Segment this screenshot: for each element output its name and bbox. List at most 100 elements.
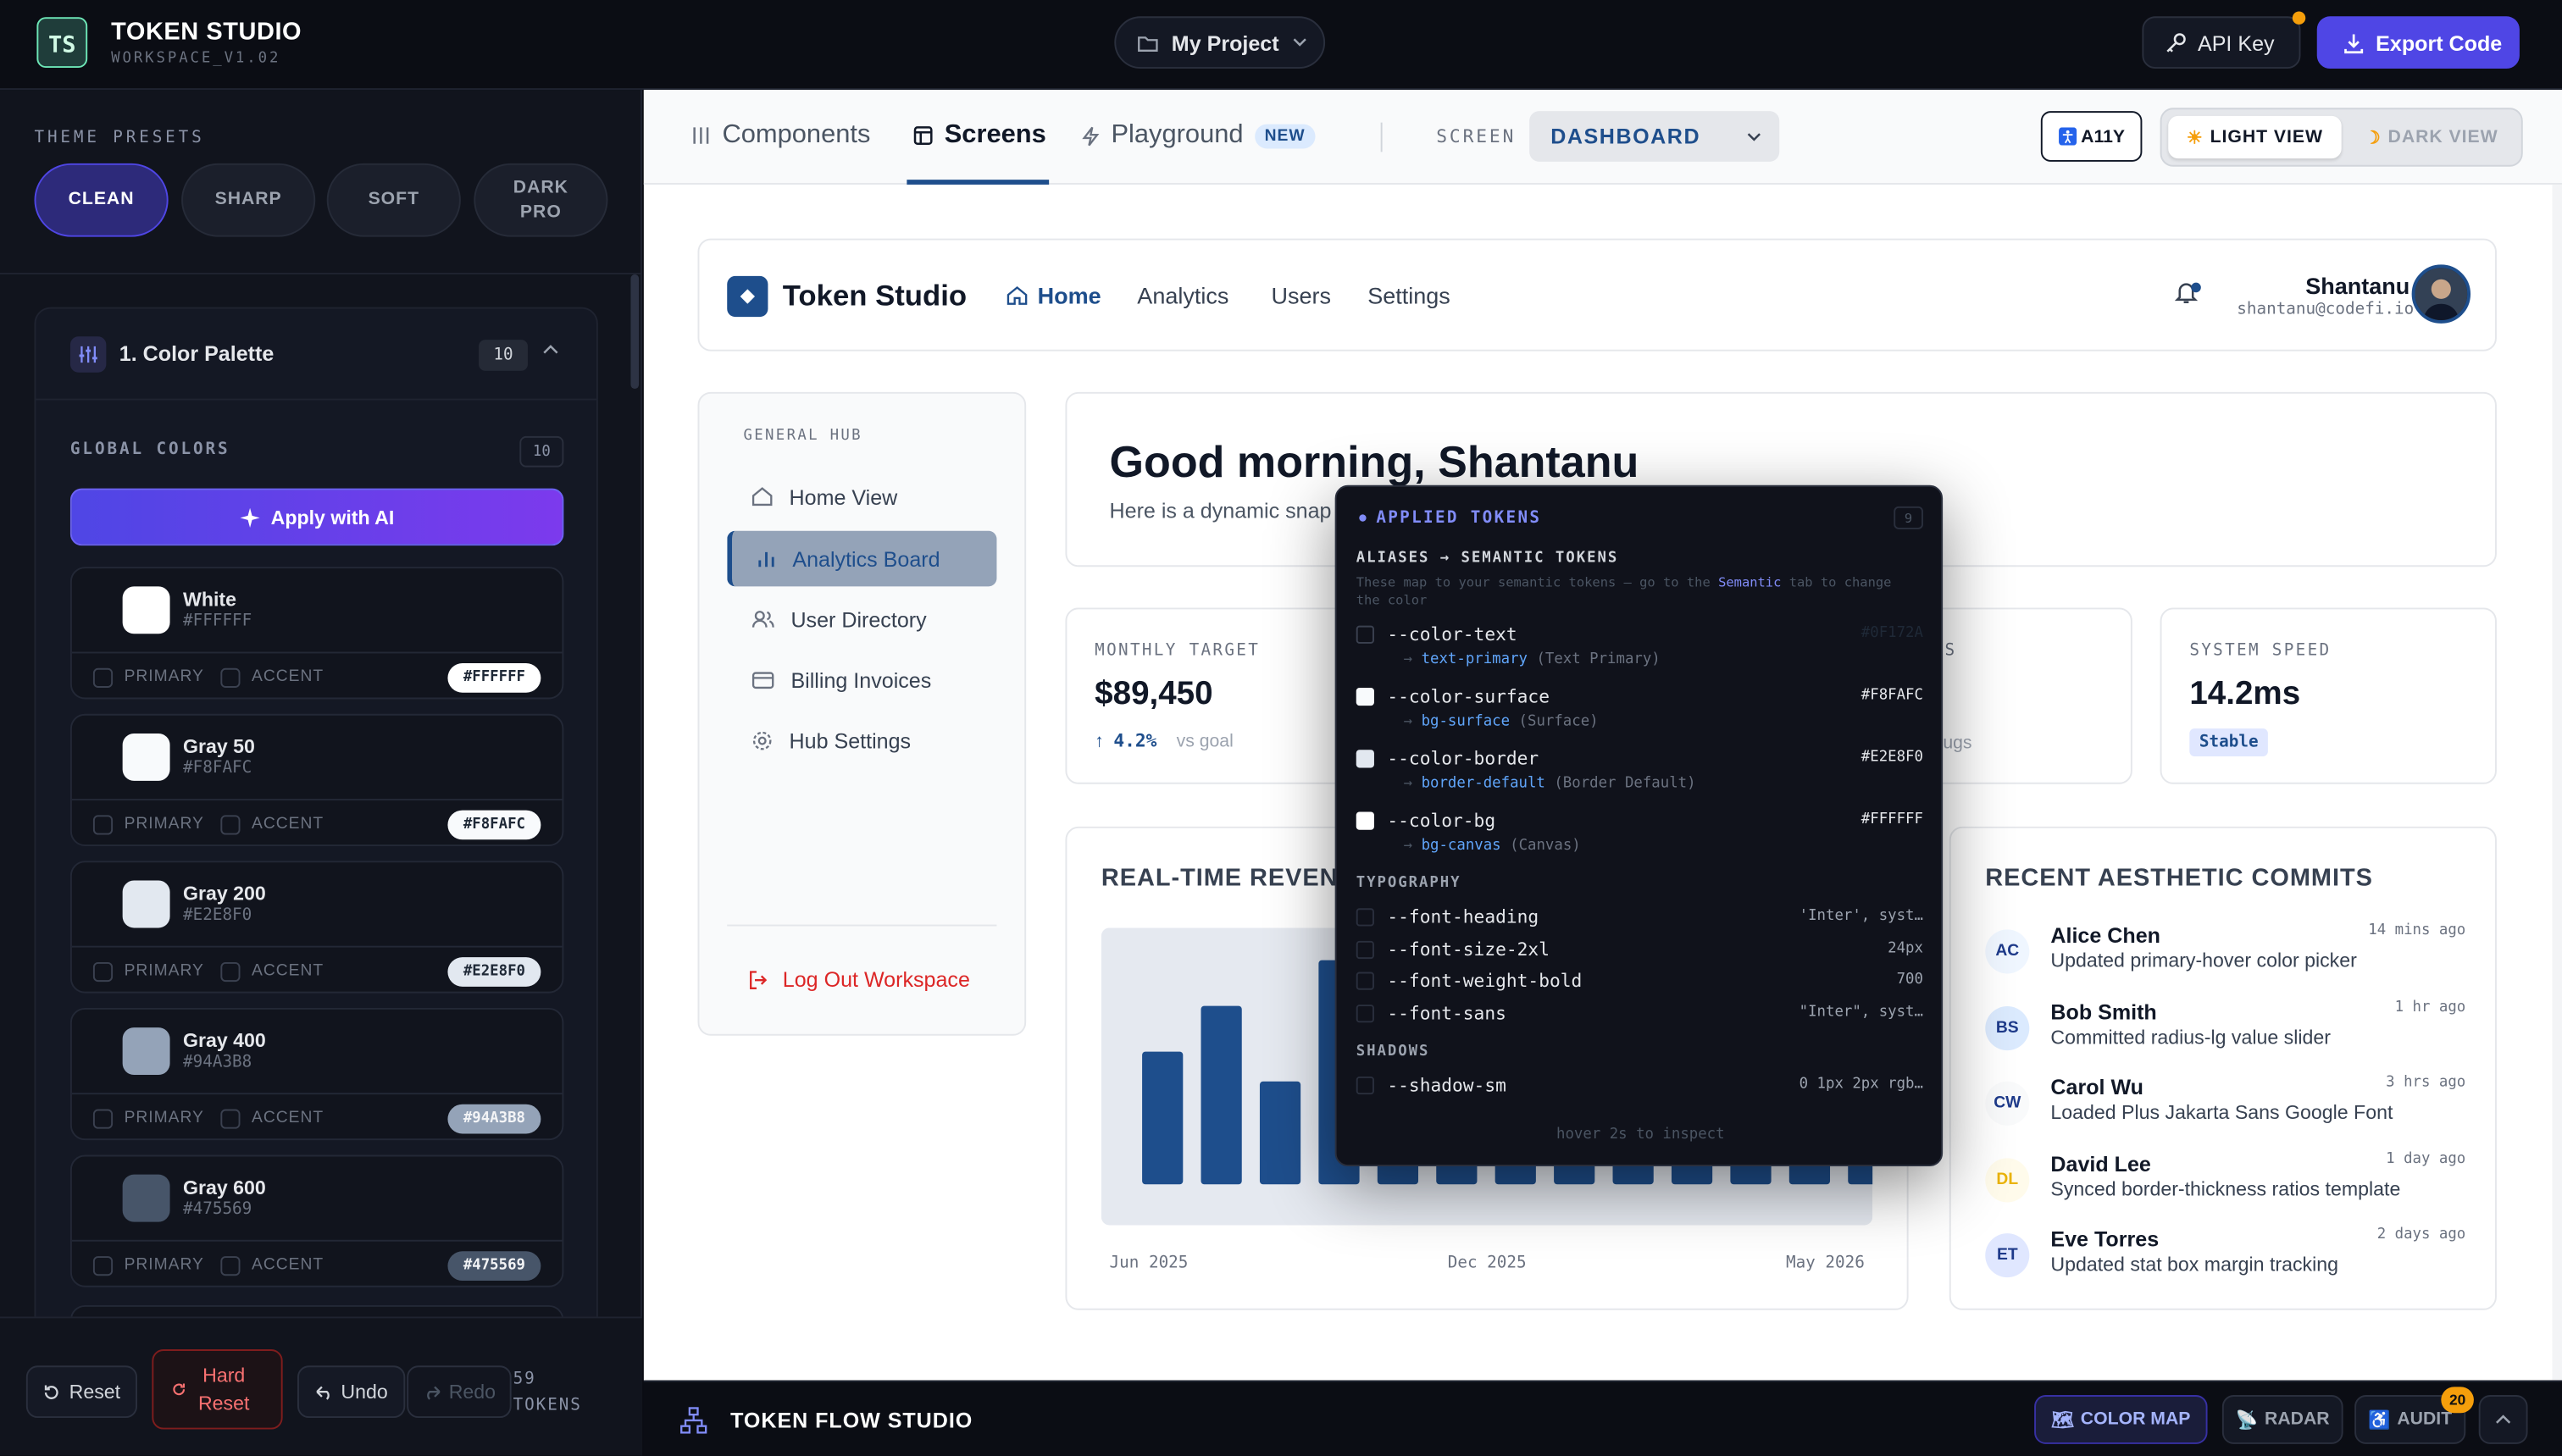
swatch-card[interactable]: Gray 400 #94A3B8 PRIMARY ACCENT #94A3B8 <box>69 1007 564 1141</box>
nav-settings[interactable]: Settings <box>1367 283 1450 309</box>
token-row[interactable]: --font-size-2xl 24px <box>1356 935 1923 965</box>
hub-item-hub-settings[interactable]: Hub Settings <box>727 712 996 768</box>
color-palette-panel: 1. Color Palette 10 GLOBAL COLORS 10 App… <box>34 307 598 1419</box>
token-row[interactable]: --color-border → border-default (Border D… <box>1356 745 1923 800</box>
screen-select[interactable]: DASHBOARD <box>1529 111 1780 162</box>
a11y-button[interactable]: A11Y <box>2040 111 2143 162</box>
brand: TS TOKEN STUDIO WORKSPACE_V1.02 <box>36 16 302 69</box>
sidebar-scrollbar[interactable] <box>630 274 640 390</box>
bar-chart-icon <box>758 551 774 567</box>
light-view-button[interactable]: ☀ LIGHT VIEW <box>2168 115 2342 159</box>
preset-clean[interactable]: CLEAN <box>34 163 169 237</box>
color-chip[interactable] <box>122 1174 170 1222</box>
panel-header[interactable]: 1. Color Palette 10 <box>36 309 596 401</box>
commit-item[interactable]: CW Carol Wu Loaded Plus Jakarta Sans Googl… <box>1985 1075 2465 1143</box>
avatar[interactable] <box>2411 264 2471 324</box>
token-row[interactable]: --color-surface → bg-surface (Surface) #F8… <box>1356 683 1923 739</box>
dark-view-button[interactable]: ☽ DARK VIEW <box>2345 116 2518 158</box>
hard-reset-button[interactable]: Hard Reset <box>152 1349 283 1430</box>
hex-pill[interactable]: #94A3B8 <box>447 1104 541 1134</box>
color-chip[interactable] <box>122 733 170 781</box>
chevron-up-icon[interactable] <box>542 345 558 355</box>
accent-checkbox[interactable] <box>220 1109 241 1129</box>
commit-author: David Lee <box>2050 1150 2151 1176</box>
nav-users[interactable]: Users <box>1271 283 1331 309</box>
undo-button[interactable]: Undo <box>297 1365 406 1419</box>
token-name: --color-border <box>1387 748 1539 770</box>
hex-pill[interactable]: #F8FAFC <box>447 810 541 840</box>
accent-checkbox[interactable] <box>220 961 241 983</box>
nav-analytics[interactable]: Analytics <box>1137 283 1228 309</box>
avatar-initials: ET <box>1996 1246 2018 1265</box>
chart-bar[interactable] <box>1201 1005 1242 1185</box>
token-row[interactable]: --font-heading 'Inter', syst… <box>1356 904 1923 933</box>
accent-checkbox-label: ACCENT <box>252 815 324 833</box>
hub-item-analytics-board[interactable]: Analytics Board <box>727 530 997 587</box>
accent-checkbox[interactable] <box>220 815 241 835</box>
token-alias: → bg-surface (Surface) <box>1403 713 1599 731</box>
swatch-card[interactable]: White #FFFFFF PRIMARY ACCENT #FFFFFF <box>69 567 564 700</box>
commit-item[interactable]: ET Eve Torres Updated stat box margin trac… <box>1985 1226 2465 1295</box>
swatch-card[interactable]: Gray 200 #E2E8F0 PRIMARY ACCENT #E2E8F0 <box>69 861 564 994</box>
primary-checkbox[interactable] <box>92 1109 114 1129</box>
color-chip[interactable] <box>122 586 170 634</box>
redo-icon <box>426 1385 440 1399</box>
main-scrollbar[interactable] <box>2552 184 2562 1381</box>
x-tick-label: Jun 2025 <box>1109 1254 1189 1273</box>
reset-button[interactable]: Reset <box>25 1365 138 1419</box>
preset-soft[interactable]: SOFT <box>326 163 461 237</box>
stat-label: SYSTEM SPEED <box>2189 641 2332 661</box>
accent-checkbox[interactable] <box>220 1256 241 1276</box>
commit-item[interactable]: DL David Lee Synced border-thickness ratio… <box>1985 1151 2465 1220</box>
hex-pill[interactable]: #475569 <box>447 1251 541 1282</box>
color-chip[interactable] <box>122 1027 170 1076</box>
token-row[interactable]: --shadow-sm 0 1px 2px rgb… <box>1356 1071 1923 1101</box>
token-row[interactable]: --color-text → text-primary (Text Primary… <box>1356 621 1923 677</box>
token-name: --color-surface <box>1387 686 1550 708</box>
primary-checkbox[interactable] <box>92 1256 114 1276</box>
commit-item[interactable]: BS Bob Smith Committed radius-lg value sli… <box>1985 999 2465 1067</box>
token-row[interactable]: --color-bg → bg-canvas (Canvas) #FFFFFF <box>1356 807 1923 863</box>
a11y-label: A11Y <box>2081 126 2126 147</box>
color-chip[interactable] <box>122 880 170 928</box>
collapse-button[interactable] <box>2478 1395 2528 1444</box>
stat-label: MONTHLY TARGET <box>1095 641 1261 661</box>
primary-checkbox[interactable] <box>92 667 114 688</box>
nav-home[interactable]: Home <box>1006 283 1101 309</box>
stat-value: $89,450 <box>1095 676 1213 712</box>
chart-bar[interactable] <box>1259 1081 1301 1185</box>
logout-button[interactable]: Log Out Workspace <box>748 967 970 992</box>
hub-item-home-view[interactable]: Home View <box>727 469 996 525</box>
export-code-button[interactable]: Export Code <box>2316 16 2520 69</box>
color-map-button[interactable]: 🗺 COLOR MAP <box>2034 1395 2208 1444</box>
accent-checkbox[interactable] <box>220 667 241 688</box>
primary-checkbox[interactable] <box>92 815 114 835</box>
tab-playground[interactable]: Playground NEW <box>1082 121 1316 151</box>
hex-pill[interactable]: #FFFFFF <box>447 663 541 693</box>
radar-button[interactable]: 📡 RADAR <box>2221 1395 2343 1444</box>
redo-button[interactable]: Redo <box>407 1365 512 1419</box>
apply-ai-button[interactable]: Apply with AI <box>69 488 564 546</box>
token-row[interactable]: --font-weight-bold 700 <box>1356 967 1923 997</box>
hub-item-billing-invoices[interactable]: Billing Invoices <box>727 652 996 708</box>
hub-item-user-directory[interactable]: User Directory <box>727 591 996 647</box>
swatch-card[interactable]: Gray 50 #F8FAFC PRIMARY ACCENT #F8FAFC <box>69 713 564 847</box>
tab-screens[interactable]: Screens <box>913 121 1046 151</box>
project-name: My Project <box>1171 30 1279 55</box>
api-key-button[interactable]: API Key <box>2142 16 2301 69</box>
chart-bar[interactable] <box>1142 1051 1184 1185</box>
hex-pill[interactable]: #E2E8F0 <box>447 957 541 987</box>
panel-count: 10 <box>479 340 528 371</box>
commit-author: Bob Smith <box>2050 999 2157 1024</box>
swatch-name: Gray 600 <box>183 1176 266 1199</box>
tab-components[interactable]: Components <box>691 121 870 151</box>
swatch-card[interactable]: Gray 600 #475569 PRIMARY ACCENT #475569 <box>69 1154 564 1287</box>
token-row[interactable]: --font-sans "Inter", syst… <box>1356 999 1923 1029</box>
project-selector[interactable]: My Project <box>1114 16 1326 69</box>
semantic-link[interactable]: Semantic <box>1718 575 1781 590</box>
app-title: TOKEN STUDIO <box>111 18 302 47</box>
preset-dark-pro[interactable]: DARK PRO <box>474 163 608 237</box>
primary-checkbox[interactable] <box>92 961 114 983</box>
commit-item[interactable]: AC Alice Chen Updated primary-hover color … <box>1985 923 2465 992</box>
preset-sharp[interactable]: SHARP <box>181 163 316 237</box>
